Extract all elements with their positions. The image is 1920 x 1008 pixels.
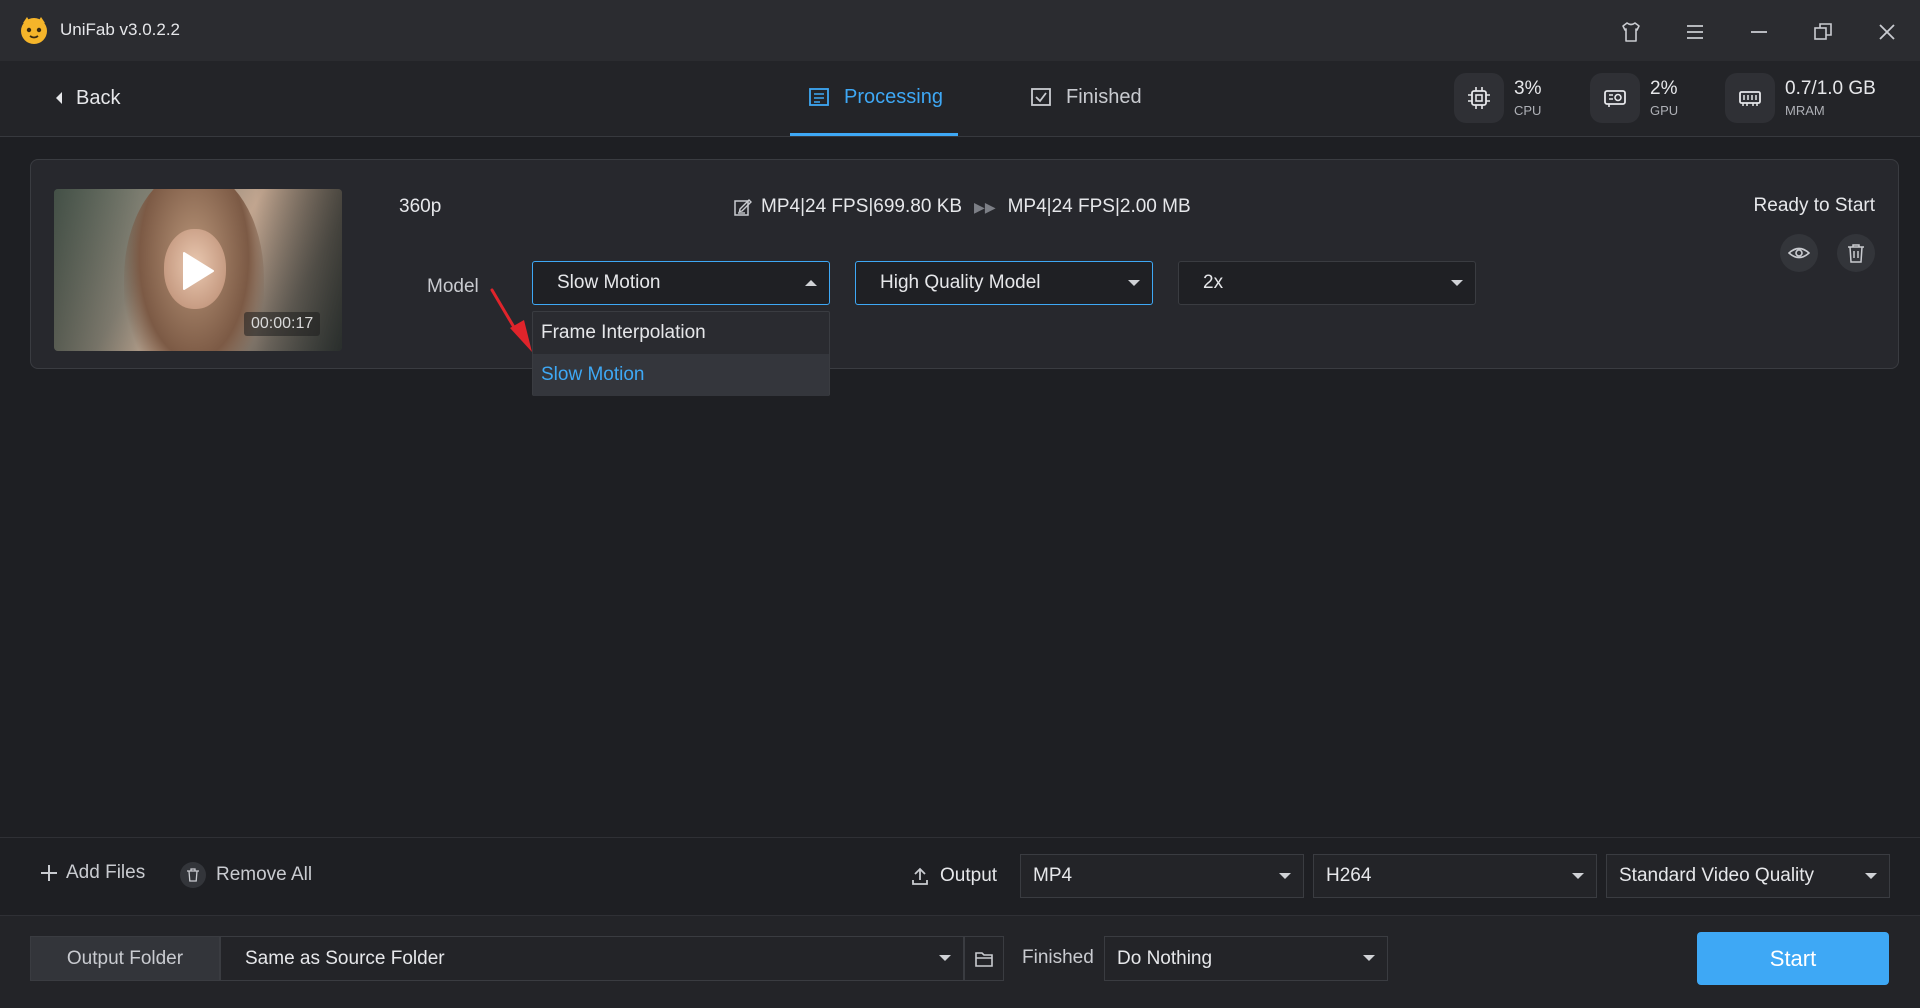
- app-logo-icon: [18, 14, 50, 46]
- caret-down-icon: [1572, 873, 1584, 879]
- gpu-value: 2%: [1650, 78, 1678, 99]
- output-folder-value: Same as Source Folder: [245, 947, 445, 969]
- edit-icon[interactable]: [733, 197, 753, 217]
- caret-down-icon: [1279, 873, 1291, 879]
- restore-icon[interactable]: [1805, 14, 1841, 50]
- model-option-slow-motion[interactable]: Slow Motion: [533, 354, 829, 396]
- close-icon[interactable]: [1869, 14, 1905, 50]
- add-files-button[interactable]: Add Files: [40, 862, 145, 884]
- video-duration: 00:00:17: [244, 312, 321, 336]
- source-format: MP4|24 FPS|699.80 KB: [761, 196, 963, 217]
- upload-icon: [912, 867, 928, 885]
- menu-icon[interactable]: [1677, 14, 1713, 50]
- multiplier-select-value: 2x: [1203, 272, 1224, 293]
- model-select[interactable]: Slow Motion: [532, 261, 830, 305]
- minimize-icon[interactable]: [1741, 14, 1777, 50]
- model-option-frame-interpolation[interactable]: Frame Interpolation: [533, 312, 829, 354]
- caret-down-icon: [1865, 873, 1877, 879]
- mram-label: MRAM: [1785, 103, 1825, 118]
- back-label: Back: [76, 86, 121, 109]
- caret-left-icon: [56, 92, 62, 104]
- caret-down-icon: [939, 955, 951, 961]
- tab-finished[interactable]: Finished: [1030, 80, 1170, 136]
- model-dropdown-menu: Frame Interpolation Slow Motion: [532, 311, 830, 396]
- delete-trash-icon[interactable]: [1837, 234, 1875, 272]
- play-icon[interactable]: [181, 251, 215, 291]
- trash-icon: [180, 862, 206, 888]
- gpu-stat: 2% GPU: [1590, 72, 1678, 124]
- browse-folder-button[interactable]: [964, 936, 1004, 981]
- format-info: MP4|24 FPS|699.80 KB ▶▶ MP4|24 FPS|2.00 …: [733, 196, 1191, 218]
- start-button[interactable]: Start: [1697, 932, 1889, 985]
- folder-icon: [975, 951, 993, 967]
- finished-check-icon: [1031, 88, 1051, 106]
- video-quality-value: Standard Video Quality: [1619, 865, 1815, 886]
- cpu-chip-icon: [1454, 73, 1504, 123]
- mram-stat: 0.7/1.0 GB MRAM: [1725, 72, 1876, 124]
- target-format: MP4|24 FPS|2.00 MB: [1007, 196, 1191, 217]
- caret-up-icon: [805, 280, 817, 286]
- gpu-card-icon: [1590, 73, 1640, 123]
- task-status: Ready to Start: [1753, 195, 1875, 216]
- output-label-group: Output: [910, 865, 997, 887]
- video-quality-select[interactable]: Standard Video Quality: [1606, 854, 1890, 898]
- finished-action-value: Do Nothing: [1117, 947, 1213, 969]
- container-format-select[interactable]: MP4: [1020, 854, 1304, 898]
- model-select-value: Slow Motion: [557, 272, 661, 293]
- active-tab-underline: [790, 133, 958, 136]
- convert-arrow-icon: ▶▶: [974, 198, 996, 215]
- cpu-stat: 3% CPU: [1454, 72, 1541, 124]
- finished-action-select[interactable]: Do Nothing: [1104, 936, 1388, 981]
- remove-all-button[interactable]: Remove All: [180, 862, 312, 888]
- output-label: Output: [940, 865, 998, 886]
- caret-down-icon: [1128, 280, 1140, 286]
- resolution-label: 360p: [399, 196, 442, 217]
- processing-list-icon: [809, 88, 829, 106]
- remove-all-label: Remove All: [216, 864, 313, 885]
- caret-down-icon: [1363, 955, 1375, 961]
- quality-select-value: High Quality Model: [880, 272, 1041, 293]
- skin-shirt-icon[interactable]: [1613, 14, 1649, 50]
- output-folder-select[interactable]: Same as Source Folder: [220, 936, 964, 981]
- tab-finished-label: Finished: [1066, 86, 1142, 108]
- caret-down-icon: [1451, 280, 1463, 286]
- gpu-label: GPU: [1650, 103, 1679, 118]
- plus-icon: [41, 865, 57, 881]
- quality-model-select[interactable]: High Quality Model: [855, 261, 1153, 305]
- output-folder-label: Output Folder: [30, 936, 220, 981]
- model-label: Model: [427, 276, 479, 297]
- memory-icon: [1725, 73, 1775, 123]
- cpu-value: 3%: [1514, 78, 1542, 99]
- back-button[interactable]: Back: [54, 84, 120, 112]
- cpu-label: CPU: [1514, 103, 1542, 118]
- tab-processing-label: Processing: [844, 86, 943, 108]
- add-files-label: Add Files: [66, 862, 146, 883]
- finished-action-label: Finished: [1022, 947, 1094, 968]
- codec-value: H264: [1326, 865, 1372, 886]
- tab-processing[interactable]: Processing: [790, 80, 958, 136]
- multiplier-select[interactable]: 2x: [1178, 261, 1476, 305]
- codec-select[interactable]: H264: [1313, 854, 1597, 898]
- annotation-arrow-icon: [490, 288, 532, 352]
- preview-eye-icon[interactable]: [1780, 234, 1818, 272]
- container-format-value: MP4: [1033, 865, 1073, 886]
- mram-value: 0.7/1.0 GB: [1785, 78, 1876, 99]
- app-title: UniFab v3.0.2.2: [60, 20, 181, 39]
